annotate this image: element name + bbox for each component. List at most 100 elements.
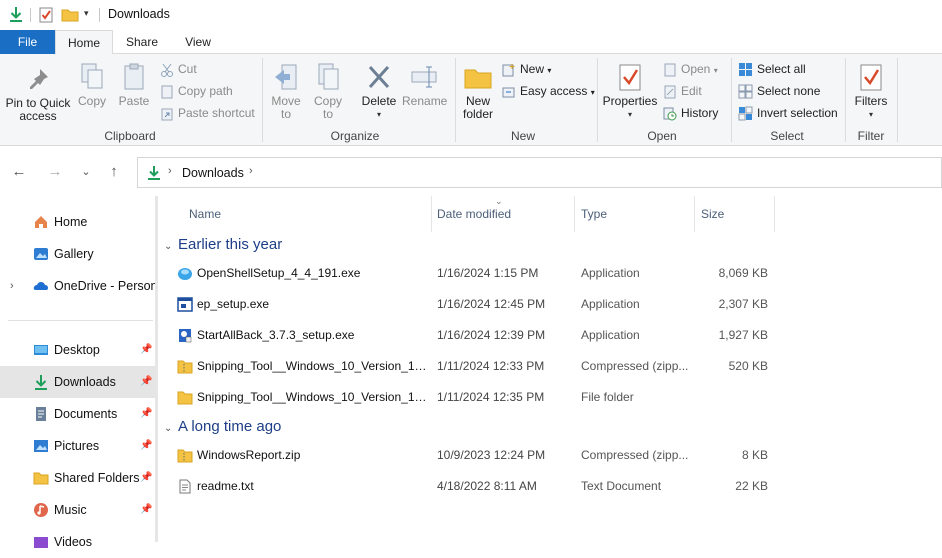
sidebar-item-documents[interactable]: Documents 📌 (0, 398, 155, 430)
pin-icon[interactable]: 📌 (140, 494, 152, 526)
delete-dropdown-icon[interactable]: ▾ (358, 108, 400, 121)
up-arrow-icon[interactable]: ↑ (105, 163, 123, 181)
pin-icon[interactable]: 📌 (140, 430, 152, 462)
cut-button[interactable]: Cut (160, 59, 197, 79)
sidebar-item-gallery[interactable]: Gallery (0, 238, 155, 270)
sidebar-item-pictures[interactable]: Pictures 📌 (0, 430, 155, 462)
sidebar-item-downloads[interactable]: Downloads 📌 (0, 366, 155, 398)
properties-check-icon[interactable] (39, 6, 54, 23)
breadcrumb-chevron-icon[interactable]: › (168, 165, 172, 177)
column-header-date-modified[interactable]: Date modified ⌄ (431, 196, 575, 232)
new-item-label: New (520, 62, 545, 76)
breadcrumb-downloads[interactable]: Downloads (182, 166, 244, 180)
sidebar-item-onedrive[interactable]: › OneDrive - Persona (0, 270, 155, 302)
move-to-button[interactable]: Move to (268, 62, 304, 121)
recent-locations-chevron-icon[interactable]: ⌄ (77, 163, 95, 181)
new-folder-icon (464, 69, 492, 89)
file-name: Snipping_Tool__Windows_10_Version_180... (197, 359, 427, 373)
ribbon: Pin to Quick access Copy Paste Cut Copy … (0, 54, 942, 146)
tab-file[interactable]: File (0, 30, 55, 54)
copy-path-button[interactable]: Copy path (160, 81, 233, 101)
sidebar-item-label: Downloads (54, 375, 116, 389)
open-button[interactable]: Open ▾ (663, 59, 718, 79)
pin-to-quick-access-button[interactable]: Pin to Quick access (4, 66, 72, 123)
properties-icon (619, 64, 641, 91)
delete-button[interactable]: Delete ▾ (358, 62, 400, 121)
edit-button[interactable]: Edit (663, 81, 702, 101)
tab-view[interactable]: View (174, 30, 222, 54)
file-row[interactable]: readme.txt 4/18/2022 8:11 AM Text Docume… (174, 471, 774, 502)
new-folder-icon[interactable] (61, 7, 79, 22)
move-to-label: Move to (271, 94, 301, 121)
sidebar-item-label: Desktop (54, 343, 100, 357)
group-header-earlier-this-year[interactable]: ⌄ Earlier this year (164, 234, 282, 256)
new-item-button[interactable]: New ▾ (502, 59, 551, 79)
scissors-icon (161, 63, 173, 77)
pin-icon[interactable]: 📌 (140, 398, 152, 430)
sidebar-item-desktop[interactable]: Desktop 📌 (0, 334, 155, 366)
select-none-label: Select none (757, 84, 821, 98)
easy-access-icon (502, 87, 515, 98)
history-button[interactable]: History (663, 103, 718, 123)
paste-shortcut-button[interactable]: Paste shortcut (160, 103, 255, 123)
pin-icon[interactable]: 📌 (140, 366, 152, 398)
pin-icon[interactable]: 📌 (140, 334, 152, 366)
sidebar-item-home[interactable]: Home (0, 206, 155, 238)
divider (30, 8, 31, 22)
file-size: 8,069 KB (718, 266, 768, 280)
file-type: Application (581, 266, 640, 280)
easy-access-button[interactable]: Easy access ▾ (502, 81, 595, 101)
forward-arrow-icon[interactable]: → (46, 163, 64, 181)
divider (8, 320, 153, 321)
file-row[interactable]: StartAllBack_3.7.3_setup.exe 1/16/2024 1… (174, 320, 774, 351)
onedrive-icon (33, 282, 48, 290)
file-name: OpenShellSetup_4_4_191.exe (197, 266, 361, 280)
paste-button[interactable]: Paste (116, 62, 152, 108)
new-folder-label: New folder (462, 94, 494, 121)
sidebar-item-shared-folders[interactable]: Shared Folders 📌 (0, 462, 155, 494)
download-arrow-icon[interactable] (8, 6, 24, 23)
tab-share[interactable]: Share (118, 30, 166, 54)
file-row[interactable]: Snipping_Tool__Windows_10_Version_180...… (174, 351, 774, 382)
group-separator (455, 58, 456, 142)
file-row[interactable]: OpenShellSetup_4_4_191.exe 1/16/2024 1:1… (174, 258, 774, 289)
properties-button[interactable]: Properties ▾ (601, 62, 659, 121)
column-header-size[interactable]: Size (695, 196, 775, 232)
copy-button[interactable]: Copy (76, 62, 108, 108)
breadcrumb-chevron-icon[interactable]: › (249, 165, 253, 177)
group-title: A long time ago (178, 418, 282, 435)
select-all-button[interactable]: Select all (738, 59, 806, 79)
new-item-dropdown-icon: ▾ (547, 66, 552, 75)
column-header-type[interactable]: Type (575, 196, 695, 232)
invert-selection-button[interactable]: Invert selection (738, 103, 838, 123)
pictures-icon (34, 440, 48, 452)
properties-dropdown-icon[interactable]: ▾ (601, 108, 659, 121)
copy-to-button[interactable]: Copy to (310, 62, 346, 121)
group-label-clipboard: Clipboard (104, 129, 156, 143)
file-row[interactable]: ep_setup.exe 1/16/2024 12:45 PM Applicat… (174, 289, 774, 320)
filters-dropdown-icon[interactable]: ▾ (850, 108, 892, 121)
rename-button[interactable]: Rename (402, 62, 447, 108)
select-none-button[interactable]: Select none (738, 81, 820, 101)
file-row[interactable]: WindowsReport.zip 10/9/2023 12:24 PM Com… (174, 440, 774, 471)
file-size: 2,307 KB (718, 297, 768, 311)
sidebar-item-music[interactable]: Music 📌 (0, 494, 155, 526)
ribbon-tabs: File Home Share View (0, 30, 942, 55)
address-bar[interactable]: › Downloads › (137, 157, 942, 188)
back-arrow-icon[interactable]: ← (10, 163, 28, 181)
group-title: Earlier this year (178, 236, 283, 253)
easy-access-label: Easy access (520, 84, 588, 98)
column-header-name[interactable]: Name (183, 196, 432, 232)
sidebar-item-videos[interactable]: Videos (0, 526, 155, 558)
documents-icon (36, 407, 46, 421)
new-folder-button[interactable]: New folder (458, 62, 498, 121)
sidebar-item-label: Home (54, 215, 88, 229)
filters-button[interactable]: Filters ▾ (850, 62, 892, 121)
file-row[interactable]: Snipping_Tool__Windows_10_Version_180...… (174, 382, 774, 413)
group-header-a-long-time-ago[interactable]: ⌄ A long time ago (164, 416, 281, 438)
expand-chevron-icon[interactable]: › (10, 270, 14, 302)
select-all-icon (739, 63, 752, 77)
quick-access-dropdown-icon[interactable]: ▾ (84, 8, 89, 19)
pin-icon[interactable]: 📌 (140, 462, 152, 494)
tab-home[interactable]: Home (55, 30, 113, 55)
